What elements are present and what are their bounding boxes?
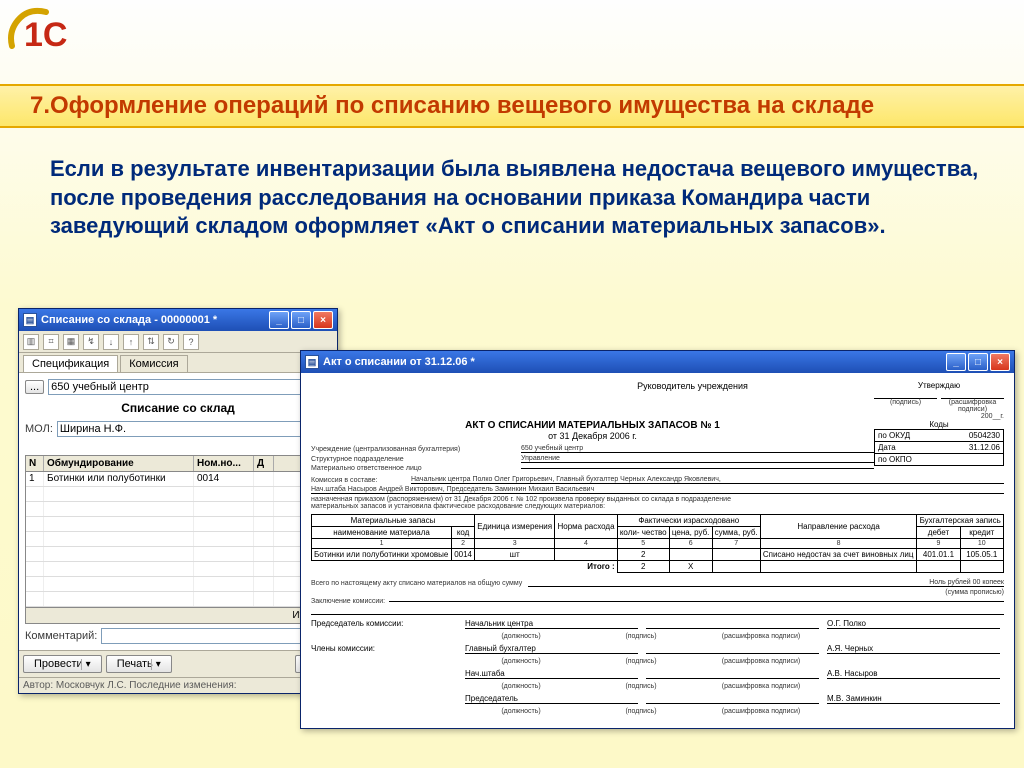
col-n: N [26, 456, 44, 471]
pick-button[interactable]: ... [25, 380, 44, 394]
svg-text:1C: 1C [24, 16, 67, 54]
win2-title: Акт о списании от 31.12.06 * [323, 356, 475, 368]
tab-commission[interactable]: Комиссия [120, 355, 187, 372]
col-nom: Ном.но... [194, 456, 254, 471]
org-input[interactable] [48, 379, 331, 395]
head-inst: Руководитель учреждения [637, 381, 748, 391]
col-item: Обмундирование [44, 456, 194, 471]
toolbar-icon[interactable]: ↻ [163, 334, 179, 350]
report-table: Материальные запасы Единица измерения Но… [311, 514, 1004, 573]
comment-label: Комментарий: [25, 630, 97, 642]
close-button[interactable]: × [313, 311, 333, 329]
tab-spec[interactable]: Спецификация [23, 355, 118, 372]
slide-title-bar: 7.Оформление операций по списанию вещево… [0, 84, 1024, 128]
logo-1c: 1C [6, 6, 78, 59]
slide-title: 7.Оформление операций по списанию вещево… [30, 92, 874, 119]
win1-tabs: Спецификация Комиссия [19, 353, 337, 373]
toolbar-icon[interactable]: ▦ [63, 334, 79, 350]
table-row: Ботинки или полуботинки хромовые 0014 шт… [312, 549, 1004, 561]
doc-icon: ▤ [23, 313, 37, 327]
grid-total: Итого з [26, 607, 330, 623]
close-button[interactable]: × [990, 353, 1010, 371]
col-d: Д [254, 456, 274, 471]
table-row[interactable]: 1 Ботинки или полуботинки 0014 [26, 472, 330, 487]
maximize-button[interactable]: □ [968, 353, 988, 371]
toolbar-icon[interactable]: ▥ [23, 334, 39, 350]
slide-paragraph: Если в результате инвентаризации была вы… [50, 155, 984, 241]
win1-title: Списание со склада - 00000001 * [41, 314, 217, 326]
mol-input[interactable] [57, 421, 331, 437]
toolbar-icon[interactable]: ↓ [103, 334, 119, 350]
chevron-down-icon: ▾ [81, 659, 91, 670]
toolbar-icon[interactable]: ⇅ [143, 334, 159, 350]
win2-titlebar[interactable]: ▤ Акт о списании от 31.12.06 * _ □ × [301, 351, 1014, 373]
minimize-button[interactable]: _ [946, 353, 966, 371]
form-title: Списание со склад [25, 397, 331, 419]
minimize-button[interactable]: _ [269, 311, 289, 329]
approve-label: Утверждаю [874, 381, 1004, 390]
doc-icon: ▤ [305, 355, 319, 369]
win1-toolbar: ▥ ⌗ ▦ ↯ ↓ ↑ ⇅ ↻ ? [19, 331, 337, 353]
comment-input[interactable] [101, 628, 331, 644]
logo-1c-svg: 1C [6, 6, 78, 54]
toolbar-icon[interactable]: ↑ [123, 334, 139, 350]
items-grid[interactable]: N Обмундирование Ном.но... Д 1 Ботинки и… [25, 455, 331, 624]
report-body: Руководитель учреждения Утверждаю (подпи… [301, 373, 1014, 728]
maximize-button[interactable]: □ [291, 311, 311, 329]
print-button[interactable]: Печать▾ [106, 655, 172, 673]
toolbar-icon[interactable]: ⌗ [43, 334, 59, 350]
win1-titlebar[interactable]: ▤ Списание со склада - 00000001 * _ □ × [19, 309, 337, 331]
toolbar-icon[interactable]: ↯ [83, 334, 99, 350]
help-icon[interactable]: ? [183, 334, 199, 350]
mol-label: МОЛ: [25, 423, 53, 435]
post-button[interactable]: Провести▾ [23, 655, 102, 673]
chevron-down-icon: ▾ [151, 659, 161, 670]
status-bar: Автор: Московчук Л.С. Последние изменени… [19, 677, 337, 693]
